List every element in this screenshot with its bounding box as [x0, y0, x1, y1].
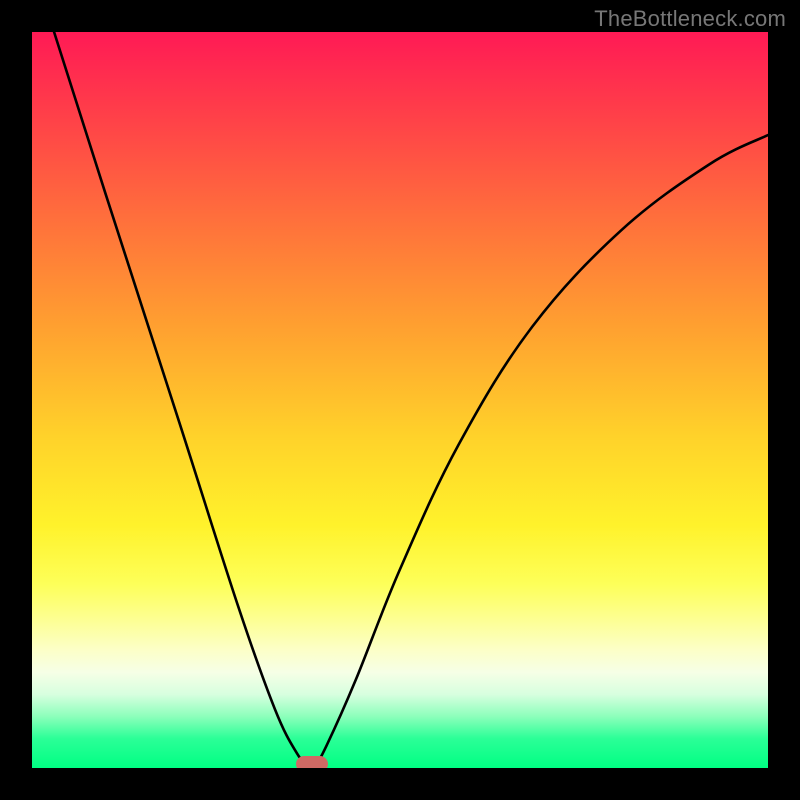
- outer-frame: TheBottleneck.com: [0, 0, 800, 800]
- optimal-point-marker: [296, 756, 328, 768]
- plot-area: [32, 32, 768, 768]
- bottleneck-curve: [32, 32, 768, 768]
- watermark-text: TheBottleneck.com: [594, 6, 786, 32]
